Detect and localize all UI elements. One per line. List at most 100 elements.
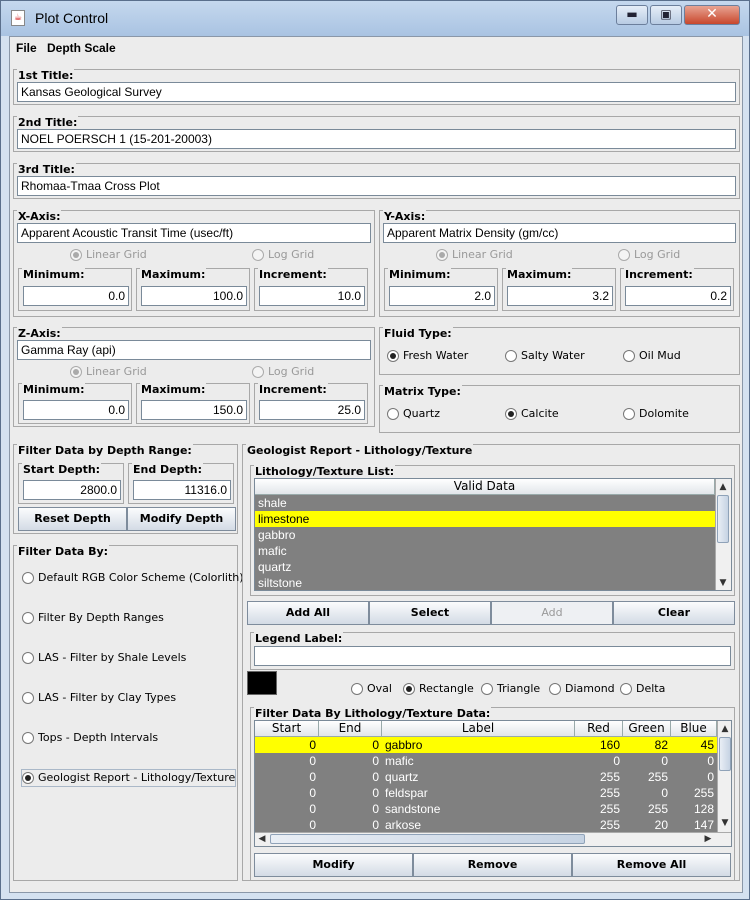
shape-oval-radio[interactable]: Oval [351,681,392,697]
start-depth-input[interactable]: 2800.0 [23,480,121,500]
title3-input[interactable]: Rhomaa-Tmaa Cross Plot [17,176,736,196]
filter-depth-ranges-radio[interactable]: Filter By Depth Ranges [22,610,164,626]
xaxis-label: X-Axis: [17,210,62,223]
column-header-start[interactable]: Start [255,721,319,737]
table-vertical-scrollbar[interactable]: ▲ ▼ [717,721,731,832]
scroll-down-icon[interactable]: ▼ [718,817,731,829]
xaxis-max-input[interactable]: 100.0 [141,286,247,306]
close-button[interactable]: ✕ [684,5,740,25]
list-item[interactable]: quartz [255,559,715,575]
xaxis-min-input[interactable]: 0.0 [23,286,129,306]
valid-data-header[interactable]: Valid Data [255,479,715,495]
xaxis-title-input[interactable]: Apparent Acoustic Transit Time (usec/ft) [17,223,371,243]
title2-input[interactable]: NOEL POERSCH 1 (15-201-20003) [17,129,736,149]
lithology-list-group: Lithology/Texture List: Valid Data shale… [250,465,735,596]
xaxis-linear-radio[interactable]: Linear Grid [70,247,147,263]
list-item-selected[interactable]: limestone [255,511,715,527]
yaxis-min-input[interactable]: 2.0 [389,286,495,306]
shape-diamond-radio[interactable]: Diamond [549,681,615,697]
geologist-report-group: Geologist Report - Lithology/Texture Lit… [242,444,740,881]
menu-file[interactable]: File [16,41,37,55]
fluid-fresh-water-radio[interactable]: Fresh Water [387,348,468,364]
filter-clay-types-radio[interactable]: LAS - Filter by Clay Types [22,690,176,706]
scroll-right-icon[interactable]: ▶ [701,833,715,845]
minimize-button[interactable]: ▬ [616,5,648,25]
scroll-down-icon[interactable]: ▼ [716,577,730,589]
matrix-quartz-radio[interactable]: Quartz [387,406,440,422]
shape-rectangle-radio[interactable]: Rectangle [403,681,474,697]
reset-depth-button[interactable]: Reset Depth [18,507,127,531]
scroll-left-icon[interactable]: ◀ [255,833,269,845]
zaxis-linear-radio[interactable]: Linear Grid [70,364,147,380]
xaxis-log-radio[interactable]: Log Grid [252,247,314,263]
select-button[interactable]: Select [369,601,491,625]
matrix-dolomite-radio[interactable]: Dolomite [623,406,689,422]
zaxis-inc-input[interactable]: 25.0 [259,400,365,420]
add-button[interactable]: Add [491,601,613,625]
scroll-thumb[interactable] [270,834,585,844]
xaxis-inc-input[interactable]: 10.0 [259,286,365,306]
filter-tops-radio[interactable]: Tops - Depth Intervals [22,730,158,746]
fluid-salty-water-radio[interactable]: Salty Water [505,348,585,364]
scroll-thumb[interactable] [719,737,731,771]
matrix-calcite-radio[interactable]: Calcite [505,406,559,422]
filter-geologist-report-radio[interactable]: Geologist Report - Lithology/Texture [20,769,237,787]
table-row[interactable]: 0 0 arkose 255 20 147 [255,817,717,833]
table-horizontal-scrollbar[interactable]: ◀ ▶ [255,832,731,846]
column-header-green[interactable]: Green [623,721,671,737]
end-depth-input[interactable]: 11316.0 [133,480,231,500]
column-header-end[interactable]: End [319,721,382,737]
shape-triangle-radio[interactable]: Triangle [481,681,540,697]
list-item[interactable]: gabbro [255,527,715,543]
modify-depth-button[interactable]: Modify Depth [127,507,236,531]
column-header-label[interactable]: Label [382,721,575,737]
list-item[interactable]: shale [255,495,715,511]
shape-delta-radio[interactable]: Delta [620,681,665,697]
remove-button[interactable]: Remove [413,853,572,877]
start-depth-group: Start Depth: 2800.0 [18,463,124,504]
table-row-selected[interactable]: 0 0 gabbro 160 82 45 [255,737,717,753]
modify-button[interactable]: Modify [254,853,413,877]
lithology-list[interactable]: Valid Data shale limestone gabbro mafic … [254,478,732,591]
table-row[interactable]: 0 0 feldspar 255 0 255 [255,785,717,801]
lithology-filter-table[interactable]: Start End Label Red Green Blue 0 0 gabbro 1… [254,720,732,847]
scroll-up-icon[interactable]: ▲ [716,481,730,493]
fluid-type-label: Fluid Type: [383,327,453,340]
zaxis-min-input[interactable]: 0.0 [23,400,129,420]
remove-all-button[interactable]: Remove All [572,853,731,877]
yaxis-max-input[interactable]: 3.2 [507,286,613,306]
add-all-button[interactable]: Add All [247,601,369,625]
table-row[interactable]: 0 0 mafic 0 0 0 [255,753,717,769]
legend-label-input[interactable] [254,646,731,666]
list-item[interactable]: siltstone [255,575,715,590]
table-row[interactable]: 0 0 quartz 255 255 0 [255,769,717,785]
clear-button[interactable]: Clear [613,601,735,625]
yaxis-title-input[interactable]: Apparent Matrix Density (gm/cc) [383,223,736,243]
yaxis-log-radio[interactable]: Log Grid [618,247,680,263]
filter-colorlith-radio[interactable]: Default RGB Color Scheme (Colorlith) [22,570,244,586]
table-row[interactable]: 0 0 sandstone 255 255 128 [255,801,717,817]
maximize-button[interactable]: ▣ [650,5,682,25]
scroll-up-icon[interactable]: ▲ [718,723,731,735]
list-item[interactable]: mafic [255,543,715,559]
scroll-thumb[interactable] [717,495,729,543]
column-header-red[interactable]: Red [575,721,623,737]
title-bar[interactable]: ☕ Plot Control ▬ ▣ ✕ [1,1,749,36]
menu-depth-scale[interactable]: Depth Scale [47,41,116,55]
table-cell: 82 [654,738,668,752]
yaxis-linear-radio[interactable]: Linear Grid [436,247,513,263]
depth-range-label: Filter Data by Depth Range: [17,444,193,457]
title1-input[interactable]: Kansas Geological Survey [17,82,736,102]
yaxis-max-label: Maximum: [506,268,573,281]
fluid-oil-mud-radio[interactable]: Oil Mud [623,348,681,364]
zaxis-max-input[interactable]: 150.0 [141,400,247,420]
filter-shale-levels-radio[interactable]: LAS - Filter by Shale Levels [22,650,186,666]
yaxis-inc-input[interactable]: 0.2 [625,286,731,306]
column-header-blue[interactable]: Blue [671,721,717,737]
zaxis-title-input[interactable]: Gamma Ray (api) [17,340,371,360]
title2-group: 2nd Title: NOEL POERSCH 1 (15-201-20003) [13,116,740,152]
xaxis-max-label: Maximum: [140,268,207,281]
list-vertical-scrollbar[interactable]: ▲ ▼ [715,479,731,590]
zaxis-log-radio[interactable]: Log Grid [252,364,314,380]
color-swatch-button[interactable] [247,671,277,695]
